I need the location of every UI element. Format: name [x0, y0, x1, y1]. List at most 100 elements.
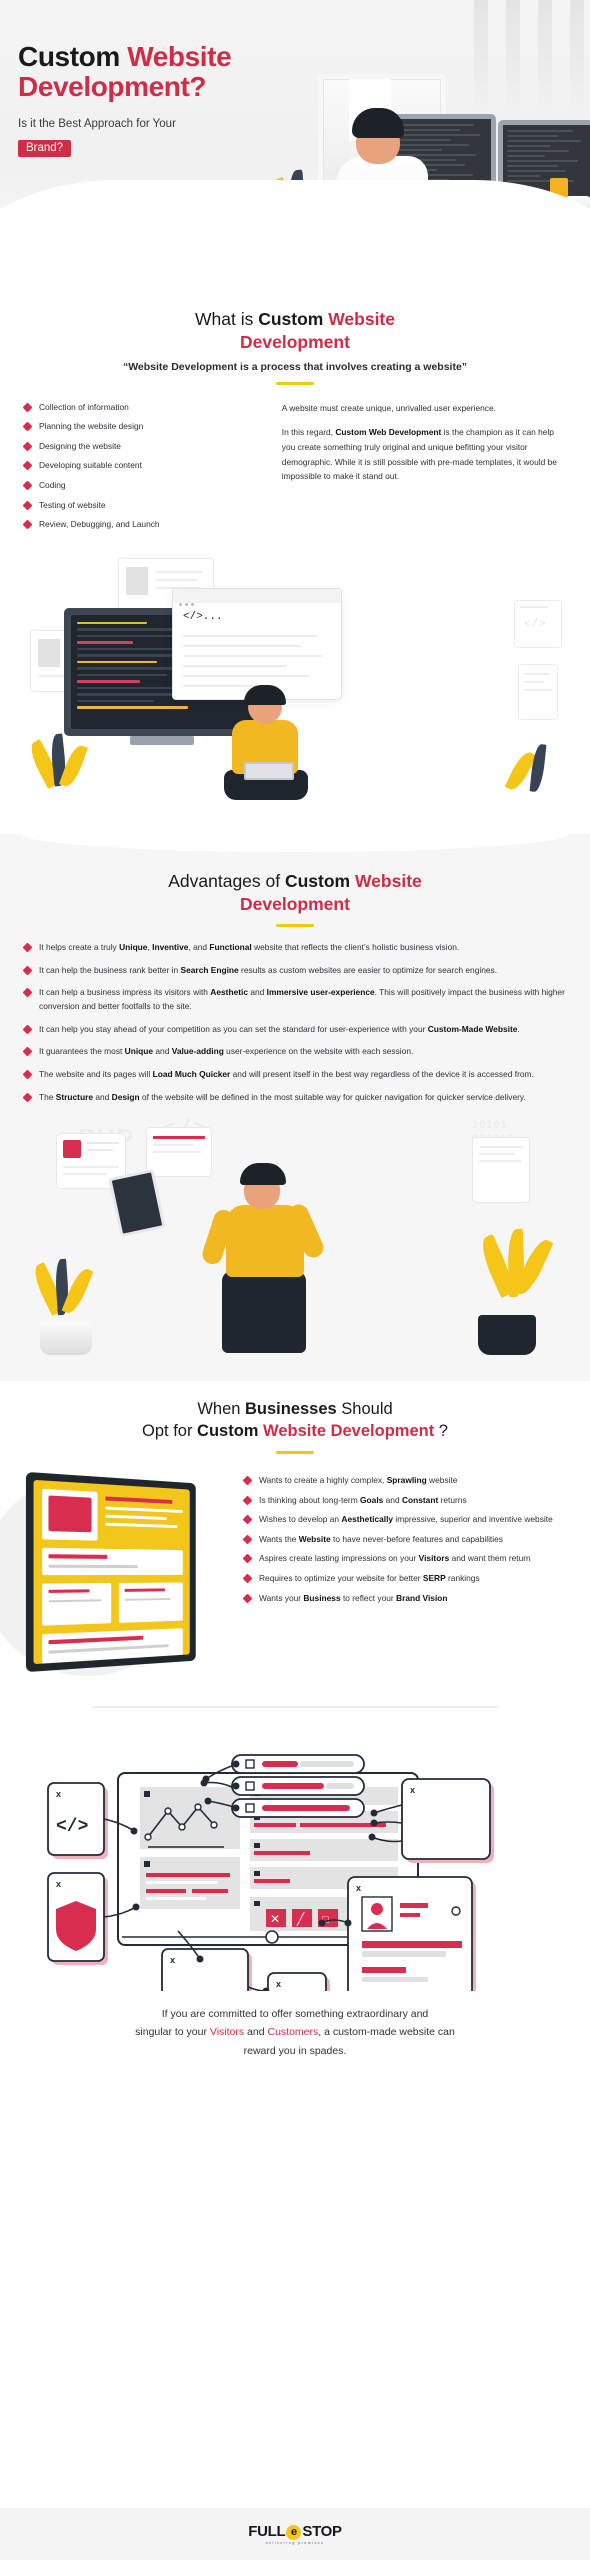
bullet-text: and will present itself in the best way … [230, 1068, 534, 1079]
bullet-text: results as custom websites are easier to… [238, 964, 498, 975]
list-item: It guarantees the most Unique and Value-… [22, 1045, 568, 1059]
when-bullet-list: Wants to create a highly complex, Sprawl… [242, 1468, 568, 1611]
when-content: Wants to create a highly complex, Sprawl… [0, 1468, 568, 1683]
bullet-bold: Immersive user-experience [266, 987, 375, 998]
bullet-text: impressive, superior and inventive websi… [393, 1514, 553, 1525]
bullet-bold: Business [303, 1592, 341, 1603]
fullestop-logo: FULL e STOP delivering promises [248, 2523, 342, 2545]
what-is-heading-accent: Website [328, 309, 395, 329]
list-item: Coding [22, 479, 266, 493]
hero-brand-badge: Brand? [18, 140, 72, 158]
when-heading-prefix: When [197, 1400, 245, 1419]
tablet-device [108, 1169, 166, 1238]
bullet-mid: and [153, 1046, 172, 1057]
svg-text:x: x [356, 1883, 361, 1893]
bullet-text: website [426, 1475, 458, 1486]
when-heading-bold: Businesses [245, 1400, 337, 1419]
bullet-text: to have never-before features and capabi… [330, 1533, 503, 1544]
adv-card-right [472, 1137, 530, 1204]
bullet-mid: , and [188, 942, 210, 953]
svg-text:╱: ╱ [296, 1911, 305, 1926]
laptop [244, 761, 294, 780]
divider-rule [276, 1451, 314, 1455]
footer-bar: FULL e STOP delivering promises [0, 2508, 590, 2560]
bullet-mid: and [383, 1494, 402, 1505]
bullet-text: Requires to optimize your website for be… [259, 1573, 423, 1584]
what-is-quote: “Website Development is a process that i… [122, 360, 468, 373]
paragraph-2-bold: Custom Web Development [335, 427, 442, 438]
list-item: The Structure and Design of the website … [22, 1091, 568, 1105]
ghost-card-code-icon: </> [514, 599, 562, 648]
bullet-bold: Unique [119, 942, 148, 953]
when-heading-suffix: Should [336, 1400, 393, 1419]
advantages-heading: Advantages of Custom Website Development [22, 852, 568, 916]
what-is-heading: What is Custom Website Development [22, 290, 568, 354]
hero-subtitle: Is it the Best Approach for Your [18, 118, 176, 131]
paragraph-2: In this regard, Custom Web Development i… [282, 425, 568, 484]
bullet-bold: Aesthetic [210, 987, 248, 998]
list-item: Wants your Business to reflect your Bran… [242, 1592, 568, 1606]
list-item: Wants to create a highly complex, Sprawl… [242, 1474, 568, 1488]
list-item: Collection of information [22, 401, 266, 415]
outro-customers: Customers [267, 2026, 319, 2039]
outro-line1: If you are committed to offer something … [161, 2008, 429, 2021]
hero-title-plain: Custom [18, 41, 128, 72]
bullet-bold: Structure [55, 1091, 93, 1102]
bullet-mid: and [248, 987, 267, 998]
advantages-heading-accent: Website [354, 870, 422, 891]
bullet-text: website that reflects the client’s holis… [251, 942, 460, 953]
hero-banner: Custom Website Development? Is it the Be… [0, 0, 590, 290]
when-heading-accent: Website Development [263, 1421, 435, 1440]
bullet-text: Aspires create lasting impressions on yo… [259, 1553, 419, 1564]
bullet-bold: Search Engine [180, 964, 239, 975]
bullet-bold: Custom-Made Website [427, 1023, 518, 1034]
wireframe-svg: ✕ ╱ □ x </> x x x x x [47, 1706, 498, 2018]
plant-pot-right [478, 1315, 536, 1356]
band-curve-top [22, 833, 568, 852]
bullet-text: It can help the business rank better in [39, 964, 181, 975]
bullet-bold: Load Much Quicker [152, 1068, 231, 1079]
list-item: It can help a business impress its visit… [22, 986, 568, 1013]
list-item: Testing of website [22, 499, 266, 513]
list-item: Is thinking about long-term Goals and Co… [242, 1494, 568, 1508]
what-is-bullet-column: Collection of information Planning the w… [22, 401, 266, 538]
bullet-text: Wants your [259, 1592, 304, 1603]
hero-bottom-fade [0, 180, 590, 290]
outro-line2-part1: singular to your [135, 2026, 210, 2039]
illustration-wireframe-network: ✕ ╱ □ x </> x x x x x [22, 1691, 568, 2018]
bullet-bold: SERP [422, 1573, 446, 1584]
list-item: It helps create a truly Unique, Inventiv… [22, 941, 568, 955]
svg-text:x: x [56, 1789, 61, 1799]
what-is-heading-prefix: What is [195, 309, 259, 329]
svg-text:✕: ✕ [270, 1912, 280, 1926]
illustration-presenter: PHP </> 10101 010110 0101101 [22, 1113, 568, 1363]
what-is-heading-bold: Custom [258, 309, 329, 329]
bullet-bold: Visitors [418, 1553, 450, 1564]
list-item: Planning the website design [22, 420, 266, 434]
outro-text: If you are committed to offer something … [22, 1991, 568, 2060]
bullet-bold: Website [298, 1533, 331, 1544]
bullet-text: The [39, 1091, 56, 1102]
bullet-text: rankings [445, 1573, 480, 1584]
bullet-text: Wants the [259, 1533, 299, 1544]
svg-text:x: x [56, 1879, 61, 1889]
what-is-bullet-list: Collection of information Planning the w… [22, 401, 266, 532]
plant-pot-left [40, 1321, 92, 1356]
illustration-mobile-mockup [0, 1468, 232, 1683]
bullet-bold: Brand Vision [396, 1592, 448, 1603]
bullet-bold: Value-adding [171, 1046, 224, 1057]
bullet-bold: Inventive [152, 942, 189, 953]
bullet-mid: to reflect your [340, 1592, 397, 1603]
window-titlebar [173, 588, 341, 606]
section-what-is: What is Custom Website Development “Webs… [0, 290, 590, 834]
advantages-heading-prefix: Advantages of [168, 870, 285, 891]
what-is-heading-accent2: Development [240, 331, 350, 352]
advantages-heading-accent2: Development [240, 893, 350, 914]
bullet-text: It can help a business impress its visit… [39, 987, 211, 998]
divider-rule [276, 924, 314, 928]
bullet-text: user-experience on the website with each… [223, 1046, 414, 1057]
when-heading: When Businesses Should Opt for Custom We… [22, 1381, 568, 1442]
svg-text:x: x [410, 1785, 415, 1795]
bullet-bold: Constant [401, 1494, 439, 1505]
list-item: It can help the business rank better in … [22, 964, 568, 978]
